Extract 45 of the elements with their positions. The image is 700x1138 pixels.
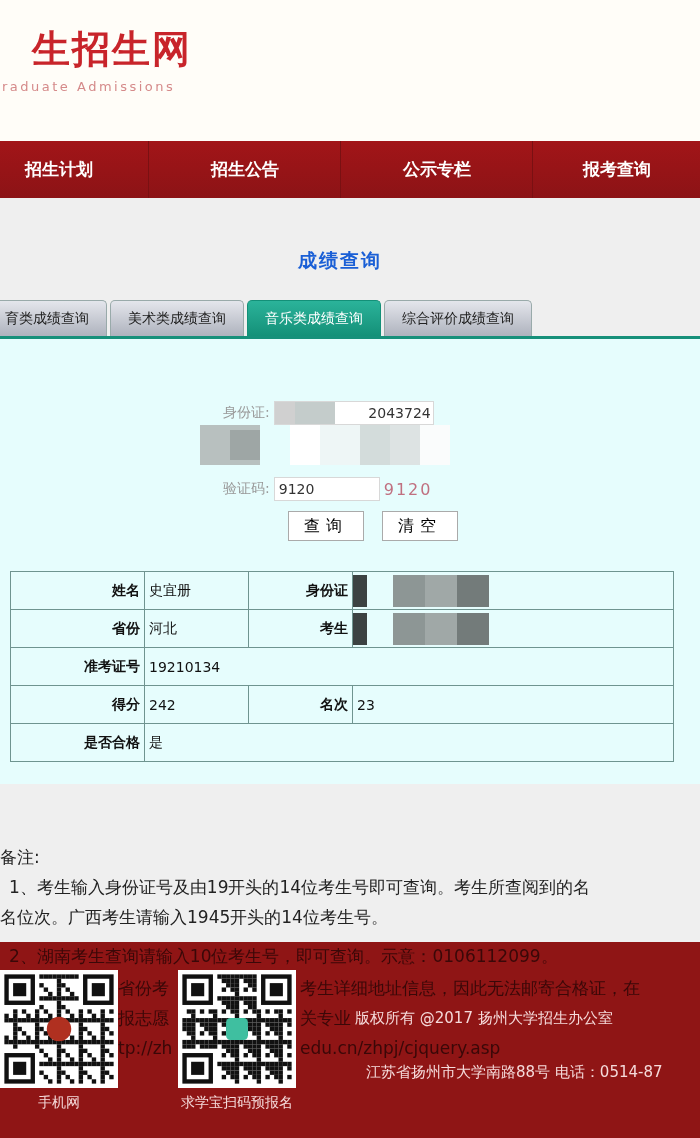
note-text: 2、湖南考生查询请输入10位考生号，即可查询。示意：0106112099。 — [8, 945, 559, 968]
form-button[interactable]: 清空 — [381, 511, 458, 541]
qr-caption: 求学宝扫码预报名 — [181, 1094, 293, 1112]
note-text: 1、考生输入身份证号及由19开头的14位考生号即可查询。考生所查阅到的名 — [8, 876, 592, 899]
note-fragment: 省份考 — [118, 977, 169, 1000]
captcha-label: 验证码: — [223, 480, 270, 498]
tab[interactable]: 育类成绩查询 — [0, 300, 107, 336]
field-label: 名次 — [248, 685, 353, 724]
field-value: 19210134 — [144, 647, 674, 686]
page-title: 成绩查询 — [297, 248, 383, 273]
field-value: 23 — [352, 685, 674, 724]
id-input-field[interactable]: 2043724 — [273, 401, 434, 425]
field-value: 是 — [144, 723, 674, 762]
nav-link[interactable]: 招生计划 — [0, 141, 148, 198]
captcha-input-field[interactable]: 9120 — [273, 477, 380, 501]
nav-link[interactable]: 报考查询 — [532, 141, 700, 198]
logo-title: 生招生网 — [30, 25, 192, 73]
field-label: 考生 — [248, 609, 353, 648]
qr-caption: 手机网 — [38, 1094, 80, 1112]
tab[interactable]: 美术类成绩查询 — [110, 300, 244, 336]
copyright-text: 版权所有 @2017 扬州大学招生办公室 — [355, 1008, 613, 1029]
field-value: 史宜册 — [144, 571, 249, 610]
field-label: 准考证号 — [10, 647, 145, 686]
address-text: 江苏省扬州市大学南路88号 电话：0514-87 — [366, 1062, 664, 1083]
note-fragment: edu.cn/zhpj/cjquery.asp — [300, 1037, 501, 1060]
field-value: 河北 — [144, 609, 249, 648]
id-label: 身份证: — [223, 404, 270, 422]
note-fragment: tp://zh — [118, 1037, 173, 1060]
note-fragment: 报志愿 — [118, 1007, 169, 1030]
field-label: 是否合格 — [10, 723, 145, 762]
field-label: 得分 — [10, 685, 145, 724]
field-label: 姓名 — [10, 571, 145, 610]
logo-subtitle: raduate Admissions — [2, 79, 176, 94]
tab[interactable]: 综合评价成绩查询 — [384, 300, 532, 336]
nav-link[interactable]: 招生公告 — [148, 141, 340, 198]
note-text: 名位次。广西考生请输入1945开头的14位考生号。 — [0, 906, 389, 929]
note-fragment: 考生详细地址信息，因此无法邮寄合格证，在 — [300, 977, 640, 1000]
captcha-image: 9120 — [383, 479, 433, 499]
form-button[interactable]: 查询 — [287, 511, 364, 541]
field-label: 省份 — [10, 609, 145, 648]
field-value: 242 — [144, 685, 249, 724]
notes-heading: 备注: — [0, 846, 41, 869]
note-fragment: 关专业 — [300, 1007, 351, 1030]
field-label: 身份证 — [248, 571, 353, 610]
nav-link[interactable]: 公示专栏 — [340, 141, 532, 198]
